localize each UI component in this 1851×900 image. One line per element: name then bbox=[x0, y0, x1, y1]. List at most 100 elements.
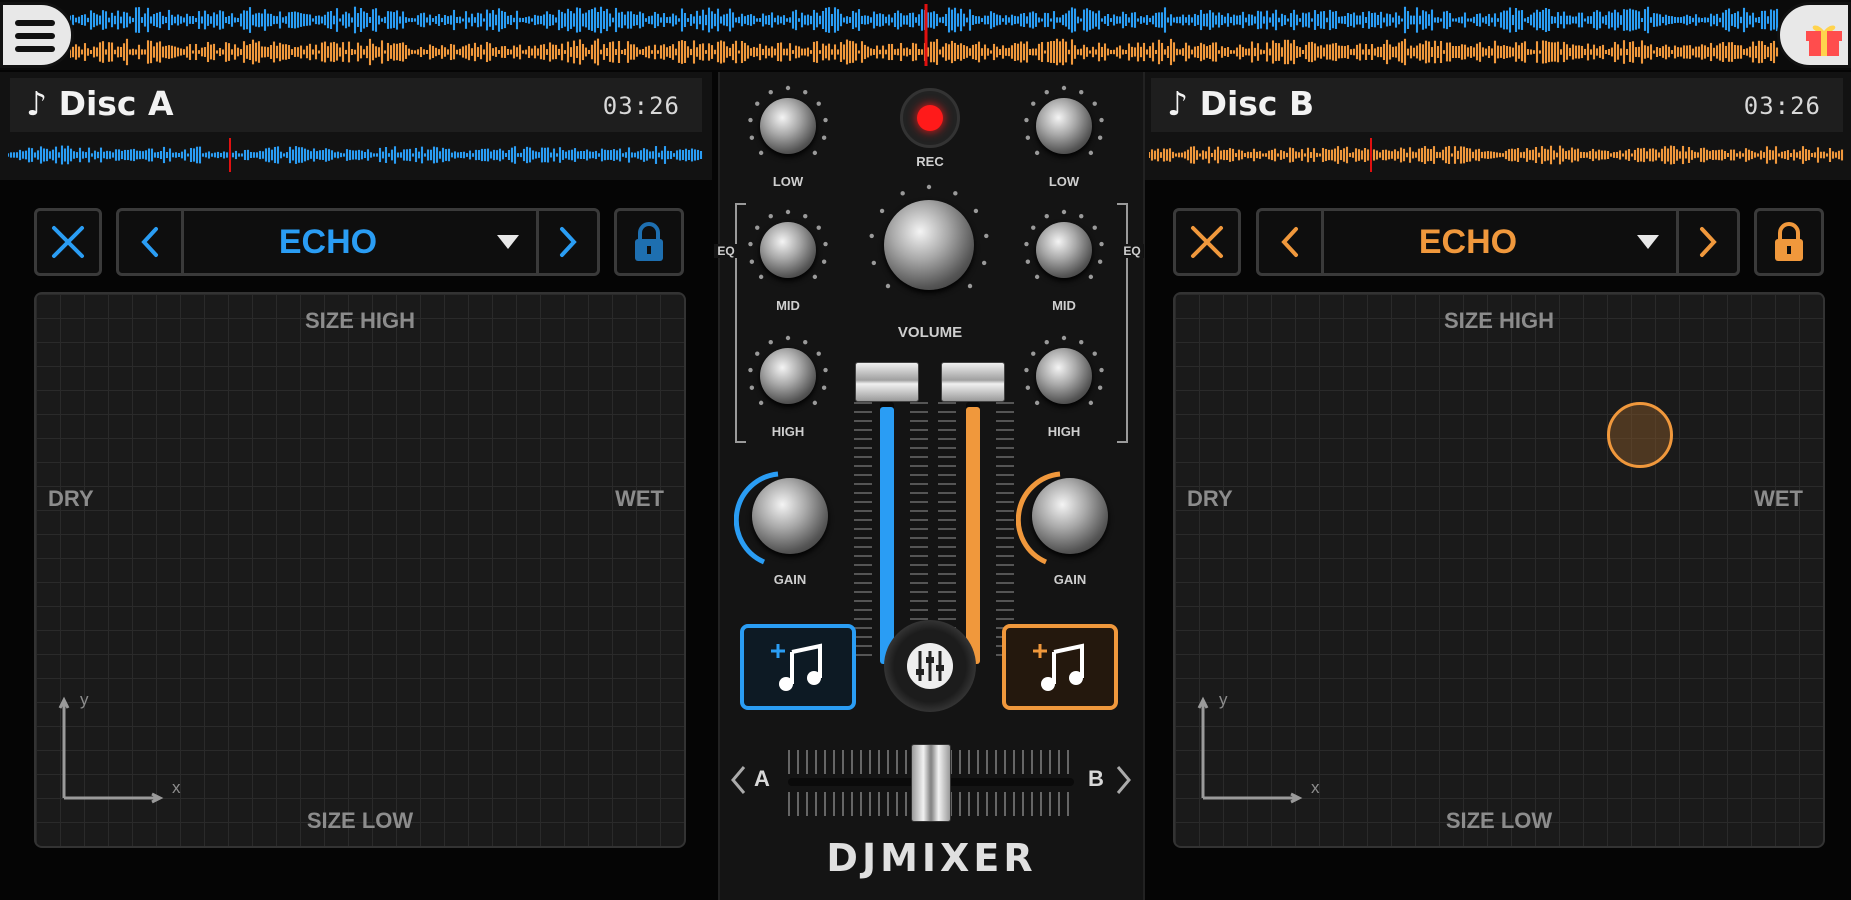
knob-tick bbox=[869, 233, 874, 239]
knob-tick bbox=[816, 351, 821, 356]
knob-tick bbox=[984, 233, 989, 239]
knob-tick bbox=[785, 335, 791, 341]
crossfader-handle[interactable] bbox=[911, 744, 951, 822]
gift-icon bbox=[1806, 25, 1842, 56]
chevron-right-icon[interactable] bbox=[1114, 764, 1134, 796]
knob-tick bbox=[768, 339, 773, 345]
knob-tick bbox=[1097, 135, 1103, 140]
master-waveform bbox=[70, 4, 1779, 66]
menu-button[interactable] bbox=[0, 2, 74, 68]
deck-b-fx-prev-button[interactable] bbox=[1259, 211, 1324, 273]
knob-tick bbox=[1034, 150, 1040, 156]
fader-ticks bbox=[854, 402, 872, 662]
knob-tick bbox=[981, 260, 987, 266]
deck-a-fx-name: ECHO bbox=[278, 223, 378, 261]
master-volume-knob[interactable] bbox=[884, 200, 974, 290]
deck-b-track-waveform[interactable] bbox=[1149, 138, 1845, 172]
deck-b-fx-lock-button[interactable] bbox=[1754, 208, 1824, 276]
knob-tick bbox=[823, 117, 828, 123]
deck-b-title-bar: ♪ Disc B 03:26 bbox=[1151, 78, 1843, 132]
deck-a-gain-knob[interactable] bbox=[752, 478, 828, 554]
brand-logo: DJMIXER bbox=[826, 836, 1037, 880]
rec-label: REC bbox=[916, 154, 944, 169]
knob-tick bbox=[821, 135, 827, 140]
axis-x-label: x bbox=[1311, 778, 1320, 797]
dropdown-arrow-icon[interactable] bbox=[1635, 233, 1661, 251]
axis-y-label: y bbox=[1219, 690, 1228, 709]
gain-label: GAIN bbox=[773, 572, 807, 587]
knob-tick bbox=[758, 274, 764, 280]
knob-tick bbox=[785, 85, 791, 91]
pad-label-dry: DRY bbox=[48, 486, 94, 511]
axis-y-label: y bbox=[80, 690, 89, 709]
pad-label-wet: WET bbox=[1754, 486, 1803, 511]
pad-label-size-low: SIZE LOW bbox=[306, 808, 414, 833]
lock-icon bbox=[1775, 222, 1803, 261]
knob-tick bbox=[785, 209, 791, 215]
deck-a-load-track-button[interactable] bbox=[740, 624, 856, 710]
deck-b-load-track-button[interactable] bbox=[1002, 624, 1118, 710]
knob-tick bbox=[821, 385, 827, 390]
music-note-icon: ♪ bbox=[26, 84, 48, 123]
gift-button[interactable] bbox=[1777, 2, 1851, 68]
axis-x-label: x bbox=[172, 778, 181, 797]
deck-a-volume-level bbox=[880, 407, 894, 664]
deck-b-pad-cursor[interactable] bbox=[1607, 402, 1673, 468]
knob-tick bbox=[768, 89, 773, 95]
knob-tick bbox=[816, 225, 821, 230]
master-waveform-bar[interactable] bbox=[0, 0, 1851, 70]
deck-b-fx-name: ECHO bbox=[1418, 223, 1518, 261]
knob-tick bbox=[885, 283, 891, 289]
deck-b-fx-close-button[interactable] bbox=[1173, 208, 1241, 276]
gain-label: GAIN bbox=[1053, 572, 1087, 587]
equalizer-sliders-icon bbox=[907, 643, 953, 689]
deck-a-volume-fader-handle[interactable] bbox=[855, 362, 919, 402]
deck-a-fx-lock-button[interactable] bbox=[614, 208, 684, 276]
deck-a-fx-prev-button[interactable] bbox=[119, 211, 184, 273]
knob-tick bbox=[1092, 351, 1097, 356]
knob-tick bbox=[1024, 241, 1029, 247]
deck-b-xy-pad[interactable]: SIZE HIGH SIZE LOW DRY WET y x bbox=[1173, 292, 1825, 848]
lock-icon bbox=[635, 222, 663, 261]
knob-tick bbox=[1099, 367, 1104, 373]
knob-tick bbox=[748, 241, 753, 247]
deck-b-header: ♪ Disc B 03:26 bbox=[1141, 72, 1851, 180]
deck-b-time: 03:26 bbox=[1743, 92, 1821, 120]
knob-tick bbox=[1025, 385, 1031, 390]
xy-axis-icon bbox=[58, 696, 164, 804]
knob-tick bbox=[967, 283, 973, 289]
knob-tick bbox=[1061, 209, 1067, 215]
deck-b-fx-next-button[interactable] bbox=[1676, 211, 1737, 273]
close-icon bbox=[1191, 226, 1223, 258]
deck-a-track-waveform[interactable] bbox=[8, 138, 704, 172]
deck-b-volume-fader-handle[interactable] bbox=[941, 362, 1005, 402]
chevron-left-icon[interactable] bbox=[728, 764, 748, 796]
deck-a-volume-fader-track[interactable] bbox=[880, 402, 894, 664]
hamburger-menu-icon bbox=[15, 20, 55, 52]
knob-tick bbox=[1099, 117, 1104, 123]
deck-a-fx-next-button[interactable] bbox=[536, 211, 597, 273]
crossfader-label-a: A bbox=[754, 766, 770, 791]
deck-a-fx-close-button[interactable] bbox=[34, 208, 102, 276]
knob-tick bbox=[973, 208, 979, 214]
deck-a-fx-selector[interactable]: ECHO bbox=[116, 208, 600, 276]
chevron-left-icon bbox=[1281, 227, 1298, 257]
deck-a-time: 03:26 bbox=[602, 92, 680, 120]
knob-tick bbox=[1079, 339, 1084, 345]
mixer-settings-button[interactable] bbox=[884, 620, 976, 712]
record-button[interactable] bbox=[900, 88, 960, 148]
deck-b-volume-fader-track[interactable] bbox=[966, 402, 980, 664]
deck-a-xy-pad[interactable]: SIZE HIGH SIZE LOW DRY WET y x bbox=[34, 292, 686, 848]
knob-tick bbox=[758, 150, 764, 156]
dropdown-arrow-icon[interactable] bbox=[495, 233, 521, 251]
deck-a-title: Disc A bbox=[58, 84, 174, 123]
deck-b-fx-selector[interactable]: ECHO bbox=[1256, 208, 1740, 276]
knob-tick bbox=[1034, 274, 1040, 280]
knob-tick bbox=[953, 191, 958, 196]
deck-b-gain-knob[interactable] bbox=[1032, 478, 1108, 554]
knob-tick bbox=[1061, 335, 1067, 341]
knob-tick bbox=[803, 339, 808, 345]
knob-tick bbox=[823, 241, 828, 247]
knob-tick bbox=[1061, 85, 1067, 91]
knob-tick bbox=[1034, 400, 1040, 406]
